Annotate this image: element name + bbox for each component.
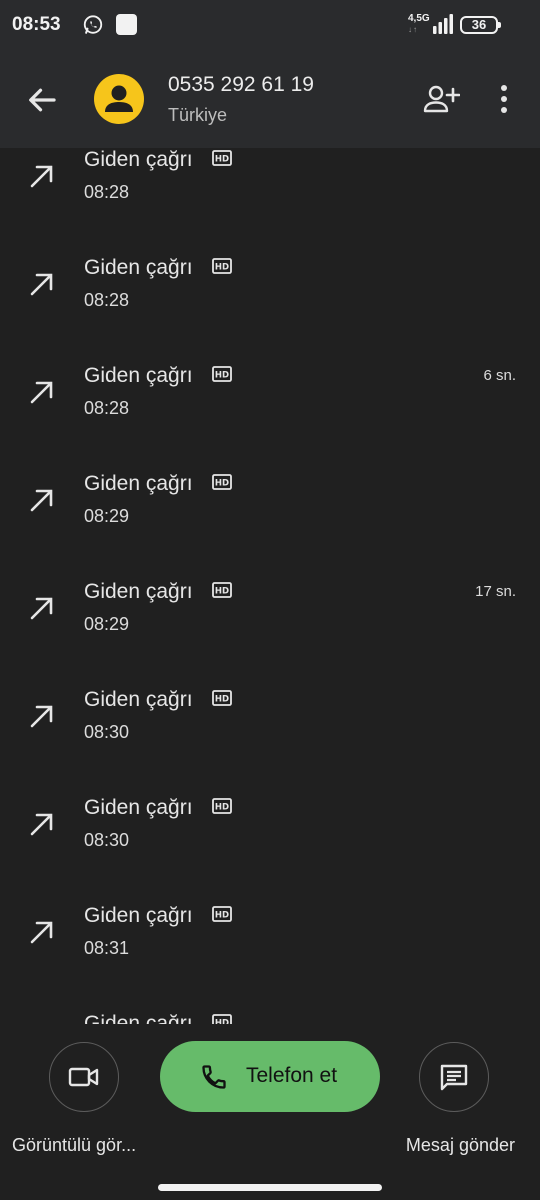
call-type: Giden çağrı — [84, 1012, 193, 1024]
hd-icon: HD — [212, 1014, 232, 1024]
outgoing-call-icon — [30, 705, 53, 728]
call-time: 08:30 — [84, 830, 130, 850]
battery-icon: 36 — [460, 16, 501, 34]
call-type: Giden çağrı — [84, 580, 193, 603]
svg-text:HD: HD — [215, 371, 229, 381]
call-entry[interactable]: Giden çağrı HD 08:28 6 sn. — [0, 364, 540, 472]
call-time: 08:28 — [84, 290, 130, 310]
call-duration: 6 sn. — [483, 367, 516, 384]
outgoing-call-icon — [30, 381, 53, 404]
call-entry[interactable]: Giden çağrı HD — [0, 1012, 540, 1024]
svg-text:HD: HD — [215, 803, 229, 813]
signal-icon — [433, 14, 453, 34]
call-time: 08:30 — [84, 722, 130, 742]
call-entry[interactable]: Giden çağrı HD 08:30 — [0, 688, 540, 796]
hd-icon: HD — [212, 366, 232, 382]
outgoing-call-icon — [30, 165, 53, 188]
call-type: Giden çağrı — [84, 904, 193, 927]
call-button[interactable]: Telefon et — [160, 1041, 380, 1112]
hd-icon: HD — [212, 258, 232, 274]
call-time: 08:29 — [84, 506, 130, 526]
svg-text:HD: HD — [215, 155, 229, 165]
hd-icon: HD — [212, 690, 232, 706]
phone-icon — [202, 1065, 226, 1089]
avatar — [94, 74, 144, 124]
call-time: 08:28 — [84, 398, 130, 418]
notification-icon — [116, 14, 137, 35]
outgoing-call-icon — [30, 597, 53, 620]
svg-text:HD: HD — [215, 263, 229, 273]
videocam-icon — [68, 1067, 99, 1087]
svg-text:HD: HD — [215, 695, 229, 705]
arrow-back-icon[interactable] — [24, 82, 60, 118]
hd-icon: HD — [212, 150, 232, 166]
svg-text:HD: HD — [215, 587, 229, 597]
status-time: 08:53 — [12, 14, 61, 35]
status-bar: 08:53 4,5G ↓↑ 36 — [0, 0, 540, 52]
outgoing-call-icon — [30, 489, 53, 512]
network-indicator: 4,5G ↓↑ — [408, 13, 430, 34]
app-bar: 0535 292 61 19 Türkiye — [0, 52, 540, 148]
call-type: Giden çağrı — [84, 256, 193, 279]
call-entry[interactable]: Giden çağrı HD 08:28 — [0, 256, 540, 364]
call-entry[interactable]: Giden çağrı HD 08:28 — [0, 148, 540, 256]
person-icon — [105, 85, 133, 112]
call-entry[interactable]: Giden çağrı HD 08:30 — [0, 796, 540, 904]
call-duration: 17 sn. — [475, 583, 516, 600]
call-entry[interactable]: Giden çağrı HD 08:31 — [0, 904, 540, 1012]
hd-icon: HD — [212, 798, 232, 814]
message-icon — [440, 1064, 468, 1091]
battery-level: 36 — [471, 17, 487, 32]
call-time: 08:31 — [84, 938, 130, 958]
call-type: Giden çağrı — [84, 148, 193, 171]
outgoing-call-icon — [30, 813, 53, 836]
call-type: Giden çağrı — [84, 796, 193, 819]
message-button[interactable] — [419, 1042, 489, 1112]
home-indicator[interactable] — [158, 1184, 382, 1191]
svg-text:HD: HD — [215, 911, 229, 921]
whatsapp-icon — [83, 15, 103, 34]
call-entry[interactable]: Giden çağrı HD 08:29 17 sn. — [0, 580, 540, 688]
call-time: 08:29 — [84, 614, 130, 634]
call-type: Giden çağrı — [84, 688, 193, 711]
hd-icon: HD — [212, 582, 232, 598]
message-label: Mesaj gönder — [405, 1135, 515, 1155]
call-button-label: Telefon et — [246, 1064, 338, 1087]
svg-text:HD: HD — [215, 479, 229, 489]
outgoing-call-icon — [30, 273, 53, 296]
hd-icon: HD — [212, 474, 232, 490]
call-time: 08:28 — [84, 182, 130, 202]
call-entry[interactable]: Giden çağrı HD 08:29 — [0, 472, 540, 580]
video-call-button[interactable] — [49, 1042, 119, 1112]
call-type: Giden çağrı — [84, 364, 193, 387]
person-add-icon[interactable] — [422, 84, 460, 114]
call-type: Giden çağrı — [84, 472, 193, 495]
outgoing-call-icon — [30, 921, 53, 944]
contact-country: Türkiye — [168, 105, 228, 125]
more-vert-icon[interactable] — [492, 84, 516, 114]
action-bar: Telefon et Görüntülü gör... Mesaj gönder — [0, 1024, 540, 1200]
contact-number: 0535 292 61 19 — [168, 73, 314, 96]
hd-icon: HD — [212, 906, 232, 922]
video-call-label: Görüntülü gör... — [12, 1135, 137, 1155]
call-history-list[interactable]: Giden çağrı HD 08:28 Giden çağrı HD 08:2… — [0, 148, 540, 1024]
